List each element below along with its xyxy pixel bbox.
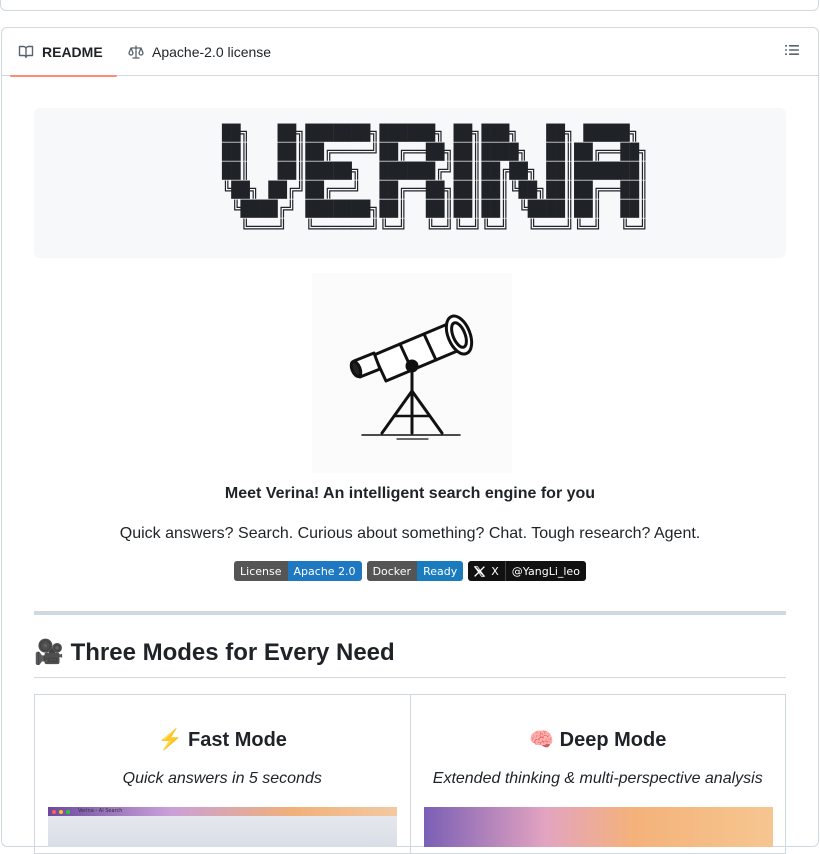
tab-readme-label: README — [42, 44, 103, 60]
mode-title: 🧠 Deep Mode — [411, 727, 786, 752]
readme-panel: README Apache-2.0 license ██╗ ██╗███████… — [1, 27, 819, 854]
modes-table: ⚡ Fast Mode Quick answers in 5 seconds V… — [34, 694, 786, 854]
mode-title: ⚡ Fast Mode — [35, 727, 410, 752]
subtitle: Quick answers? Search. Curious about som… — [119, 525, 701, 542]
telescope-image — [312, 273, 512, 473]
license-badge-label: License — [234, 561, 288, 581]
screenshot-tab-title: Verina - AI Search — [78, 808, 123, 814]
movie-camera-icon: 🎥 — [34, 638, 64, 666]
scale-icon — [128, 44, 144, 60]
window-controls — [52, 810, 70, 814]
tab-readme[interactable]: README — [10, 28, 117, 77]
badge-row: License Apache 2.0 Docker Ready X @YangL… — [34, 561, 786, 581]
mode-description: Quick answers in 5 seconds — [122, 770, 322, 787]
section-heading-text: Three Modes for Every Need — [70, 639, 395, 666]
ascii-logo-block: ██╗ ██╗███████╗██████╗ ██╗███╗ ██╗ █████… — [34, 108, 786, 258]
mode-cell-deep: 🧠 Deep Mode Extended thinking & multi-pe… — [409, 695, 786, 853]
readme-tabbar: README Apache-2.0 license — [2, 28, 818, 77]
license-badge[interactable]: License Apache 2.0 — [234, 561, 362, 581]
ascii-logo: ██╗ ██╗███████╗██████╗ ██╗███╗ ██╗ █████… — [222, 124, 649, 237]
mode-title-text: Fast Mode — [188, 729, 287, 751]
tagline: Meet Verina! An intelligent search engin… — [224, 485, 596, 502]
mode-cell-fast: ⚡ Fast Mode Quick answers in 5 seconds V… — [35, 695, 410, 853]
fast-mode-screenshot[interactable]: Verina - AI Search — [48, 807, 397, 847]
minimize-dot-icon — [59, 810, 63, 814]
docker-badge-value: Ready — [417, 561, 464, 581]
x-logo-icon — [468, 561, 489, 581]
close-dot-icon — [52, 810, 56, 814]
docker-badge[interactable]: Docker Ready — [366, 561, 464, 581]
deep-mode-screenshot[interactable] — [423, 807, 773, 847]
list-icon — [784, 45, 800, 62]
x-badge-label: X — [491, 564, 499, 578]
section-heading: 🎥 Three Modes for Every Need — [34, 638, 786, 678]
mode-title-text: Deep Mode — [559, 729, 667, 751]
outline-button[interactable] — [784, 42, 804, 62]
docker-badge-label: Docker — [366, 561, 418, 581]
brain-icon: 🧠 — [529, 729, 555, 751]
tab-license[interactable]: Apache-2.0 license — [128, 28, 271, 76]
horizontal-rule — [34, 611, 786, 615]
tab-license-label: Apache-2.0 license — [152, 44, 272, 60]
license-badge-value: Apache 2.0 — [287, 561, 362, 581]
mode-description: Extended thinking & multi-perspective an… — [432, 770, 763, 787]
book-icon — [18, 44, 34, 60]
previous-panel-edge — [0, 0, 819, 11]
x-badge[interactable]: X @YangLi_leo — [468, 561, 586, 581]
maximize-dot-icon — [66, 810, 70, 814]
x-badge-value: @YangLi_leo — [504, 561, 586, 581]
lightning-icon: ⚡ — [157, 729, 183, 751]
screenshot-titlebar: Verina - AI Search — [48, 807, 397, 816]
